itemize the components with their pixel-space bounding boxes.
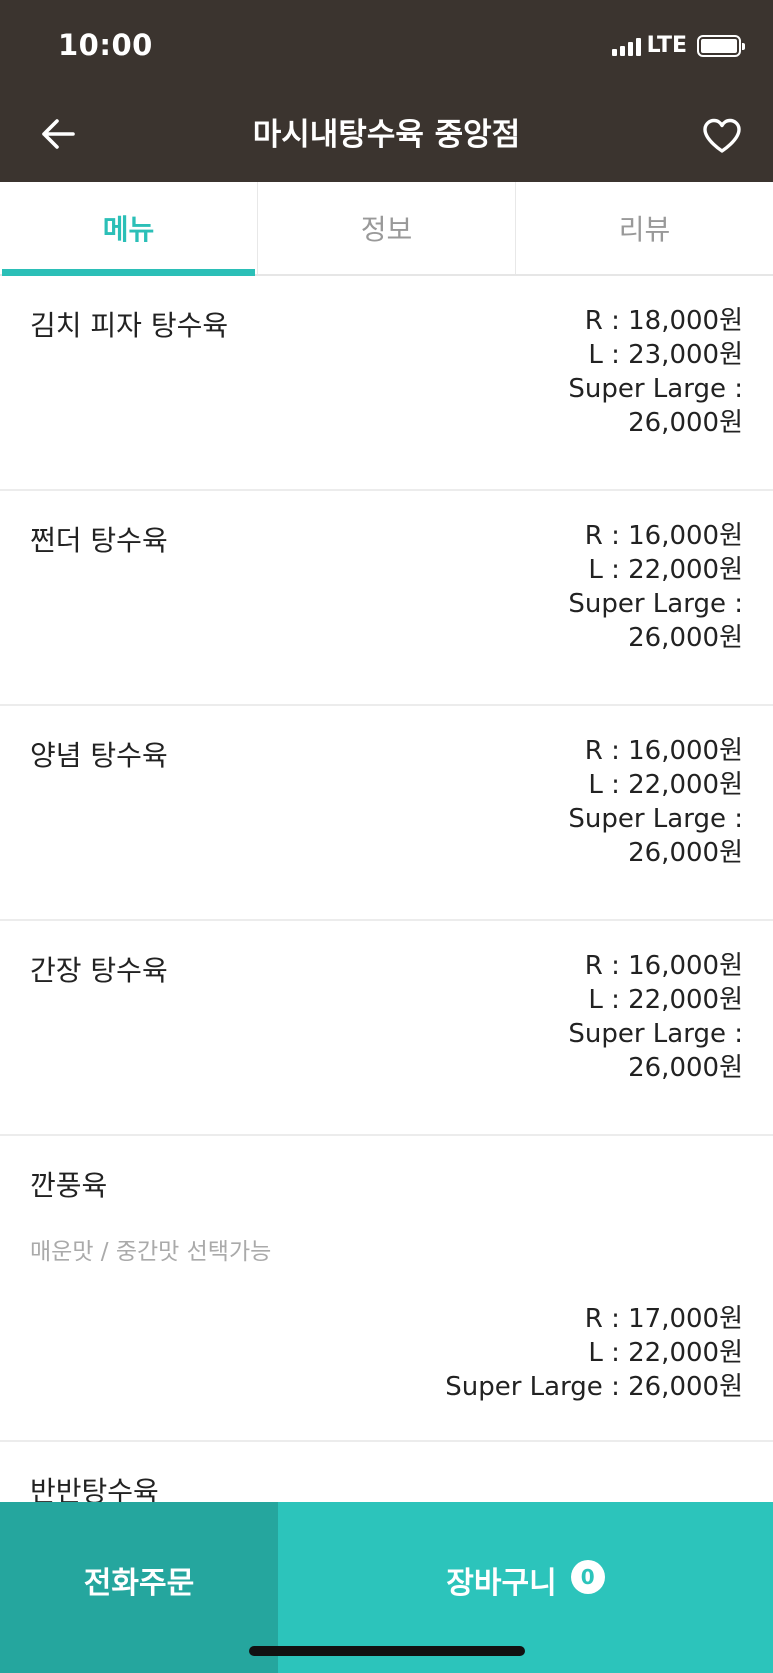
menu-item-name: 김치 피자 탕수육	[30, 309, 229, 342]
price-regular: R : 16,000원	[584, 951, 743, 981]
home-indicator[interactable]	[249, 1646, 525, 1656]
price-regular: R : 18,000원	[584, 306, 743, 336]
tab-reviews[interactable]: 리뷰	[516, 182, 773, 274]
price-super-large-label: Super Large :	[568, 589, 743, 619]
price-super-large: 26,000원	[628, 838, 743, 868]
price-large: L : 22,000원	[588, 555, 743, 585]
price-super-large-label: Super Large :	[568, 1019, 743, 1049]
status-indicators: LTE	[611, 33, 745, 58]
menu-item[interactable]: 김치 피자 탕수육 R : 18,000원 L : 23,000원 Super …	[0, 276, 773, 491]
menu-item[interactable]: 깐풍육 매운맛 / 중간맛 선택가능 R : 17,000원 L : 22,00…	[0, 1136, 773, 1442]
heart-outline-icon	[703, 118, 741, 153]
menu-item[interactable]: 쩐더 탕수육 R : 16,000원 L : 22,000원 Super Lar…	[0, 491, 773, 706]
menu-item[interactable]: 양념 탕수육 R : 16,000원 L : 22,000원 Super Lar…	[0, 706, 773, 921]
tab-info[interactable]: 정보	[258, 182, 516, 274]
menu-item-name: 깐풍육	[30, 1169, 108, 1202]
signal-icon	[611, 36, 641, 56]
cart-label: 장바구니	[446, 1566, 557, 1601]
network-label: LTE	[646, 33, 687, 58]
menu-item-prices: R : 16,000원 L : 22,000원 Super Large : 26…	[568, 949, 743, 1085]
price-large: L : 22,000원	[588, 985, 743, 1015]
app-header: 10:00 LTE 마시내탕수육 중앙점	[0, 0, 773, 182]
tab-menu[interactable]: 메뉴	[0, 182, 258, 276]
price-super-large: 26,000원	[628, 408, 743, 438]
battery-icon	[697, 34, 745, 57]
menu-item-prices: R : 16,000원 L : 22,000원 Super Large : 26…	[568, 734, 743, 870]
price-regular: R : 17,000원	[584, 1304, 743, 1334]
cart-count-badge: 0	[570, 1560, 605, 1594]
menu-item-name: 간장 탕수육	[30, 954, 168, 987]
menu-item-prices: R : 18,000원 L : 23,000원 Super Large : 26…	[568, 304, 743, 440]
menu-item-description: 매운맛 / 중간맛 선택가능	[30, 1239, 272, 1265]
price-super-large-label: Super Large :	[568, 374, 743, 404]
price-large: L : 22,000원	[588, 1338, 743, 1368]
menu-item[interactable]: 간장 탕수육 R : 16,000원 L : 22,000원 Super Lar…	[0, 921, 773, 1136]
price-large: L : 23,000원	[588, 340, 743, 370]
price-regular: R : 16,000원	[584, 521, 743, 551]
page-title: 마시내탕수육 중앙점	[252, 117, 521, 153]
status-time: 10:00	[58, 28, 153, 62]
price-large: L : 22,000원	[588, 770, 743, 800]
tab-bar: 메뉴 정보 리뷰	[0, 182, 773, 276]
menu-item-prices: R : 17,000원 L : 22,000원 Super Large : 26…	[445, 1302, 743, 1404]
favorite-button[interactable]	[699, 113, 745, 159]
price-regular: R : 16,000원	[584, 736, 743, 766]
price-super-large: 26,000원	[628, 1053, 743, 1083]
price-super-large: Super Large : 26,000원	[445, 1372, 743, 1402]
price-super-large: 26,000원	[628, 623, 743, 653]
menu-item-prices: R : 16,000원 L : 22,000원 Super Large : 26…	[568, 519, 743, 655]
menu-item-name: 양념 탕수육	[30, 739, 168, 772]
menu-list: 김치 피자 탕수육 R : 18,000원 L : 23,000원 Super …	[0, 276, 773, 1562]
menu-item-name: 쩐더 탕수육	[30, 524, 168, 557]
phone-order-button[interactable]: 전화주문	[0, 1502, 278, 1673]
price-super-large-label: Super Large :	[568, 804, 743, 834]
